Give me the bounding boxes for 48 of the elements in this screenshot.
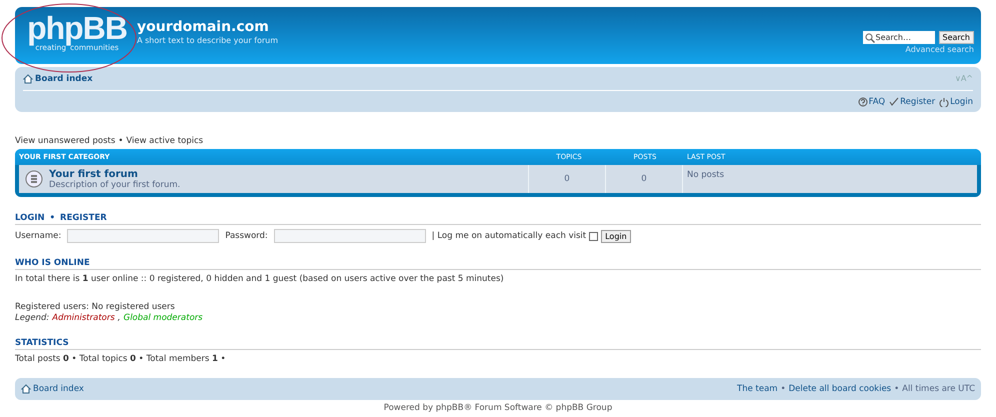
section-heading-link[interactable]: REGISTER <box>60 213 107 223</box>
forum-description: Description of your first forum. <box>49 180 180 190</box>
footer-link[interactable]: Delete all board cookies <box>788 384 892 394</box>
statistics-text: Total posts 0 • Total topics 0 • Total members 1 • <box>15 354 227 364</box>
forum-icon <box>25 170 43 188</box>
section-heading-link[interactable]: LOGIN <box>15 213 45 223</box>
quick-link[interactable]: View active topics <box>126 136 204 146</box>
password-field[interactable] <box>274 229 426 243</box>
forum-title-link[interactable]: Your first forum <box>49 168 180 180</box>
registered-users-text: Registered users: No registered users <box>15 302 176 312</box>
bullet-separator: • <box>894 384 900 394</box>
faq-link[interactable]: FAQ <box>858 96 886 106</box>
search-field[interactable]: Search… <box>862 31 935 44</box>
posts-count: 0 <box>605 165 682 193</box>
group-link[interactable]: Global moderators <box>123 313 203 323</box>
login-button[interactable]: Login <box>601 230 631 242</box>
quick-link[interactable]: View unanswered posts <box>15 136 116 146</box>
search-button[interactable]: Search <box>938 31 974 44</box>
site-title[interactable]: yourdomain.com <box>137 19 278 35</box>
section-heading: WHO IS ONLINE <box>15 258 90 268</box>
footer-link[interactable]: The team <box>737 384 778 394</box>
site-description: A short text to describe your forum <box>137 36 278 45</box>
password-label: Password: <box>225 231 268 241</box>
topics-count: 0 <box>528 165 605 193</box>
section-heading: STATISTICS <box>15 338 69 348</box>
online-summary: In total there is 1 user online :: 0 registered, 0 hidden and 1 guest (based on users active over the past 5 minutes) <box>15 274 505 284</box>
board-index-link[interactable]: Board index <box>23 74 93 84</box>
timezone-text: All times are UTC <box>902 384 975 394</box>
bullet-separator: • <box>118 136 124 146</box>
power-icon <box>939 96 950 106</box>
login-link[interactable]: Login <box>939 96 973 106</box>
register-link[interactable]: Register <box>889 96 936 106</box>
home-icon <box>21 384 31 394</box>
home-icon <box>23 74 33 84</box>
legend-label: Legend: <box>15 313 50 323</box>
powered-by-text: Powered by phpBB® Forum Software © phpBB Group <box>382 403 614 413</box>
bullet-separator: • <box>780 384 786 394</box>
bullet-separator: • <box>50 213 56 223</box>
remember-me-checkbox[interactable] <box>589 232 598 240</box>
username-field[interactable] <box>67 229 220 243</box>
username-label: Username: <box>15 231 62 241</box>
board-index-link[interactable]: Board index <box>21 384 84 394</box>
checkmark-icon <box>889 96 900 106</box>
remember-me-label: | Log me on automatically each visit <box>432 231 586 241</box>
comma: , <box>118 313 120 323</box>
last-post-cell: No posts <box>682 165 977 193</box>
group-link[interactable]: Administrators <box>52 313 115 323</box>
help-icon <box>858 96 868 106</box>
